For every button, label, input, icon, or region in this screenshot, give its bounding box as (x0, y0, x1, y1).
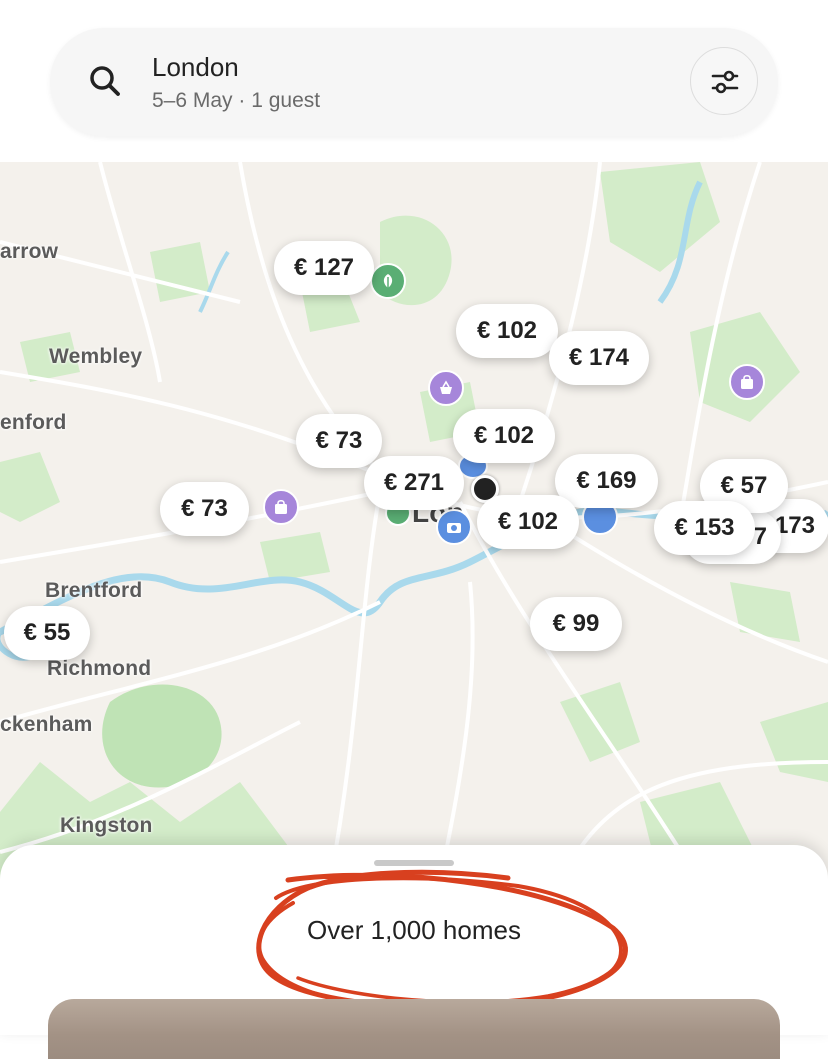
price-pin[interactable]: € 102 (477, 495, 579, 549)
search-icon (90, 66, 120, 96)
filter-button[interactable] (690, 47, 758, 115)
price-pin[interactable]: € 153 (654, 501, 755, 555)
price-pin[interactable]: € 55 (4, 606, 90, 660)
search-header: London 5–6 May · 1 guest (0, 0, 828, 162)
place-label-harrow: arrow (0, 240, 59, 263)
basket-icon[interactable] (428, 370, 464, 406)
place-label-twickenham: ckenham (0, 713, 93, 736)
search-location: London (152, 52, 239, 82)
price-pin[interactable]: € 102 (453, 409, 555, 463)
results-count: Over 1,000 homes (307, 915, 521, 945)
map-view[interactable]: arrow Wembley enford Brentford Richmond … (0, 162, 828, 882)
results-sheet[interactable]: Over 1,000 homes (0, 845, 828, 1059)
search-dates-guests: 5–6 May · 1 guest (152, 89, 321, 112)
leaf-icon[interactable] (370, 263, 406, 299)
price-pin[interactable]: € 169 (555, 454, 658, 508)
price-pin[interactable]: € 102 (456, 304, 558, 358)
shopping-bag-icon[interactable] (729, 364, 765, 400)
price-pin[interactable]: € 73 (160, 482, 249, 536)
place-label-greenford: enford (0, 411, 67, 434)
listing-photo[interactable] (48, 999, 780, 1059)
place-label-wembley: Wembley (49, 345, 143, 368)
price-pin[interactable]: € 127 (274, 241, 374, 295)
search-bar[interactable]: London 5–6 May · 1 guest (50, 28, 778, 136)
sliders-icon (711, 70, 739, 94)
price-pin[interactable]: € 271 (364, 456, 464, 510)
place-label-richmond: Richmond (47, 657, 152, 680)
shopping-bag-icon[interactable] (263, 489, 299, 525)
place-label-brentford: Brentford (45, 579, 143, 602)
price-pin[interactable]: € 73 (296, 414, 382, 468)
price-pin[interactable]: € 174 (549, 331, 649, 385)
price-pin[interactable]: € 99 (530, 597, 622, 651)
camera-icon[interactable] (436, 509, 472, 545)
place-label-kingston: Kingston (60, 814, 153, 837)
